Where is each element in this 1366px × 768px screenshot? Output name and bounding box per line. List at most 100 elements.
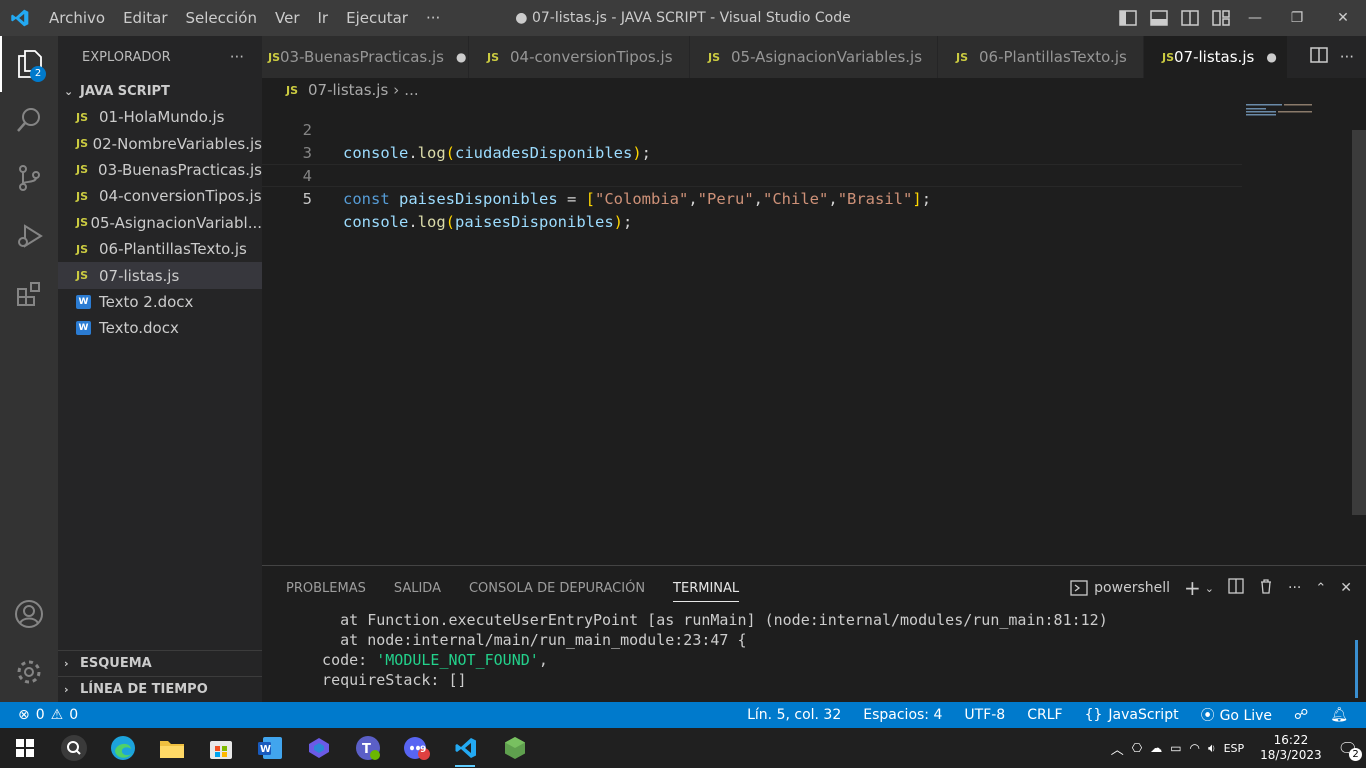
battery-icon[interactable]: ▭ bbox=[1170, 741, 1181, 755]
menu-more[interactable]: ··· bbox=[417, 0, 449, 36]
menu-ir[interactable]: Ir bbox=[309, 0, 338, 36]
title-bar: Archivo Editar Selección Ver Ir Ejecutar… bbox=[0, 0, 1366, 36]
chevron-down-icon[interactable]: ⌄ bbox=[1205, 582, 1214, 595]
customize-layout-icon[interactable] bbox=[1205, 0, 1236, 36]
restore-icon[interactable]: ❐ bbox=[1274, 0, 1320, 36]
minimap[interactable] bbox=[1246, 102, 1316, 122]
notifications-icon[interactable]: 🗨︎ 2 bbox=[1338, 739, 1362, 761]
clock[interactable]: 16:22 18/3/2023 bbox=[1260, 733, 1322, 763]
word-icon[interactable]: W bbox=[245, 728, 294, 768]
menu-archivo[interactable]: Archivo bbox=[40, 0, 114, 36]
breadcrumb-file[interactable]: 07-listas.js bbox=[308, 81, 388, 99]
file-item-active[interactable]: JS 07-listas.js bbox=[58, 262, 262, 289]
status-right: Lín. 5, col. 32 Espacios: 4 UTF-8 CRLF {… bbox=[747, 705, 1366, 725]
folder-java-script[interactable]: ⌄ JAVA SCRIPT bbox=[58, 78, 262, 104]
file-item[interactable]: JS 02-NombreVariables.js bbox=[58, 130, 262, 156]
notifications-bell-icon[interactable]: 🔔︎ bbox=[1330, 707, 1348, 723]
meet-now-icon[interactable]: ⎔ bbox=[1132, 741, 1142, 755]
tab-07-listas[interactable]: JS 07-listas.js ● bbox=[1144, 36, 1288, 78]
tab-04-conversiontipos[interactable]: JS 04-conversionTipos.js bbox=[469, 36, 690, 78]
file-item[interactable]: JS 06-PlantillasTexto.js bbox=[58, 236, 262, 262]
error-count: 0 bbox=[35, 707, 45, 723]
tab-problems[interactable]: PROBLEMAS bbox=[286, 566, 366, 610]
go-live-button[interactable]: ⦿ Go Live bbox=[1201, 705, 1272, 725]
onedrive-cloud-icon[interactable]: ☁ bbox=[1150, 741, 1162, 755]
menu-ejecutar[interactable]: Ejecutar bbox=[337, 0, 417, 36]
language-mode[interactable]: {} JavaScript bbox=[1085, 707, 1179, 723]
volume-icon[interactable]: 🔉︎ bbox=[1208, 741, 1216, 756]
explorer-button[interactable]: 2 bbox=[0, 36, 58, 92]
encoding[interactable]: UTF-8 bbox=[964, 707, 1005, 723]
edge-icon[interactable] bbox=[98, 728, 147, 768]
more-actions-icon[interactable]: ··· bbox=[1340, 48, 1354, 66]
cursor-position[interactable]: Lín. 5, col. 32 bbox=[747, 707, 841, 723]
timeline-section[interactable]: › LÍNEA DE TIEMPO bbox=[58, 676, 262, 702]
breadcrumb: JS 07-listas.js › ... bbox=[262, 78, 1366, 102]
store-icon[interactable] bbox=[196, 728, 245, 768]
outline-section[interactable]: › ESQUEMA bbox=[58, 650, 262, 676]
tab-03-buenaspracticas[interactable]: JS 03-BuenasPracticas.js ● bbox=[262, 36, 469, 78]
windows-start-icon[interactable] bbox=[0, 728, 49, 768]
search-button[interactable] bbox=[0, 92, 58, 148]
svg-text:T: T bbox=[362, 742, 371, 757]
split-editor-icon[interactable] bbox=[1309, 47, 1328, 67]
extensions-button[interactable] bbox=[0, 266, 58, 322]
split-terminal-icon[interactable] bbox=[1228, 578, 1244, 598]
tab-terminal[interactable]: TERMINAL bbox=[673, 566, 740, 610]
source-control-button[interactable] bbox=[0, 150, 58, 206]
chevron-down-icon: ⌄ bbox=[64, 84, 74, 98]
indentation[interactable]: Espacios: 4 bbox=[863, 707, 942, 723]
input-language[interactable]: ESP bbox=[1224, 742, 1245, 755]
file-item[interactable]: JS 01-HolaMundo.js bbox=[58, 104, 262, 130]
menu-editar[interactable]: Editar bbox=[114, 0, 176, 36]
breadcrumb-symbol[interactable]: ... bbox=[404, 81, 418, 99]
menu-ver[interactable]: Ver bbox=[266, 0, 309, 36]
explorer-header: EXPLORADOR ··· bbox=[58, 36, 262, 78]
terminal-icon bbox=[1070, 580, 1088, 596]
accounts-button[interactable] bbox=[0, 586, 58, 642]
menu-seleccion[interactable]: Selección bbox=[177, 0, 267, 36]
maximize-panel-icon[interactable]: ⌃ bbox=[1315, 581, 1326, 596]
tab-output[interactable]: SALIDA bbox=[394, 566, 441, 610]
minimize-icon[interactable]: — bbox=[1236, 0, 1274, 36]
run-debug-button[interactable] bbox=[0, 208, 58, 264]
toggle-secondary-sidebar-icon[interactable] bbox=[1174, 0, 1205, 36]
file-item[interactable]: JS 04-conversionTipos.js bbox=[58, 183, 262, 209]
terminal-selector[interactable]: powershell bbox=[1070, 580, 1170, 596]
copilot-icon[interactable] bbox=[294, 728, 343, 768]
terminal-output[interactable]: at Function.executeUserEntryPoint [as ru… bbox=[262, 610, 1366, 690]
close-window-icon[interactable]: ✕ bbox=[1320, 0, 1366, 36]
problems-indicator[interactable]: ⊗ 0 ⚠ 0 bbox=[0, 707, 78, 723]
toggle-panel-icon[interactable] bbox=[1143, 0, 1174, 36]
toggle-sidebar-icon[interactable] bbox=[1112, 0, 1143, 36]
vscode-icon[interactable] bbox=[441, 728, 490, 768]
editor-scrollbar[interactable] bbox=[1352, 130, 1366, 515]
broadcast-icon: ⦿ bbox=[1200, 708, 1215, 724]
file-item[interactable]: W Texto 2.docx bbox=[58, 289, 262, 315]
feedback-icon[interactable]: ☍ bbox=[1294, 707, 1308, 723]
kill-terminal-icon[interactable] bbox=[1258, 578, 1274, 598]
chevron-up-icon[interactable]: ︿ bbox=[1111, 739, 1124, 758]
tab-debug-console[interactable]: CONSOLA DE DEPURACIÓN bbox=[469, 566, 645, 610]
new-terminal-icon[interactable]: + bbox=[1184, 576, 1201, 600]
code-editor[interactable]: 2 console.log(ciudadesDisponibles); 3 4 … bbox=[262, 102, 1366, 565]
more-actions-icon[interactable]: ··· bbox=[1288, 580, 1301, 596]
terminal-scrollbar[interactable] bbox=[1355, 640, 1358, 698]
discord-icon[interactable]: 9 bbox=[392, 728, 441, 768]
close-panel-icon[interactable]: ✕ bbox=[1340, 580, 1352, 596]
tab-05-asignacionvariables[interactable]: JS 05-AsignacionVariables.js bbox=[690, 36, 938, 78]
nodejs-icon[interactable] bbox=[490, 728, 539, 768]
file-item[interactable]: JS 03-BuenasPracticas.js bbox=[58, 157, 262, 183]
unsaved-dot-icon[interactable]: ● bbox=[456, 50, 466, 64]
end-of-line[interactable]: CRLF bbox=[1027, 707, 1062, 723]
search-icon[interactable] bbox=[49, 728, 98, 768]
file-explorer-icon[interactable] bbox=[147, 728, 196, 768]
file-item[interactable]: JS 05-AsignacionVariabl... bbox=[58, 210, 262, 236]
explorer-more-button[interactable]: ··· bbox=[230, 48, 244, 66]
file-item[interactable]: W Texto.docx bbox=[58, 315, 262, 341]
manage-button[interactable] bbox=[0, 644, 58, 700]
teams-icon[interactable]: T bbox=[343, 728, 392, 768]
tab-06-plantillastexto[interactable]: JS 06-PlantillasTexto.js bbox=[938, 36, 1144, 78]
unsaved-dot-icon[interactable]: ● bbox=[1266, 50, 1276, 64]
wifi-icon[interactable]: ◠ bbox=[1190, 741, 1200, 755]
